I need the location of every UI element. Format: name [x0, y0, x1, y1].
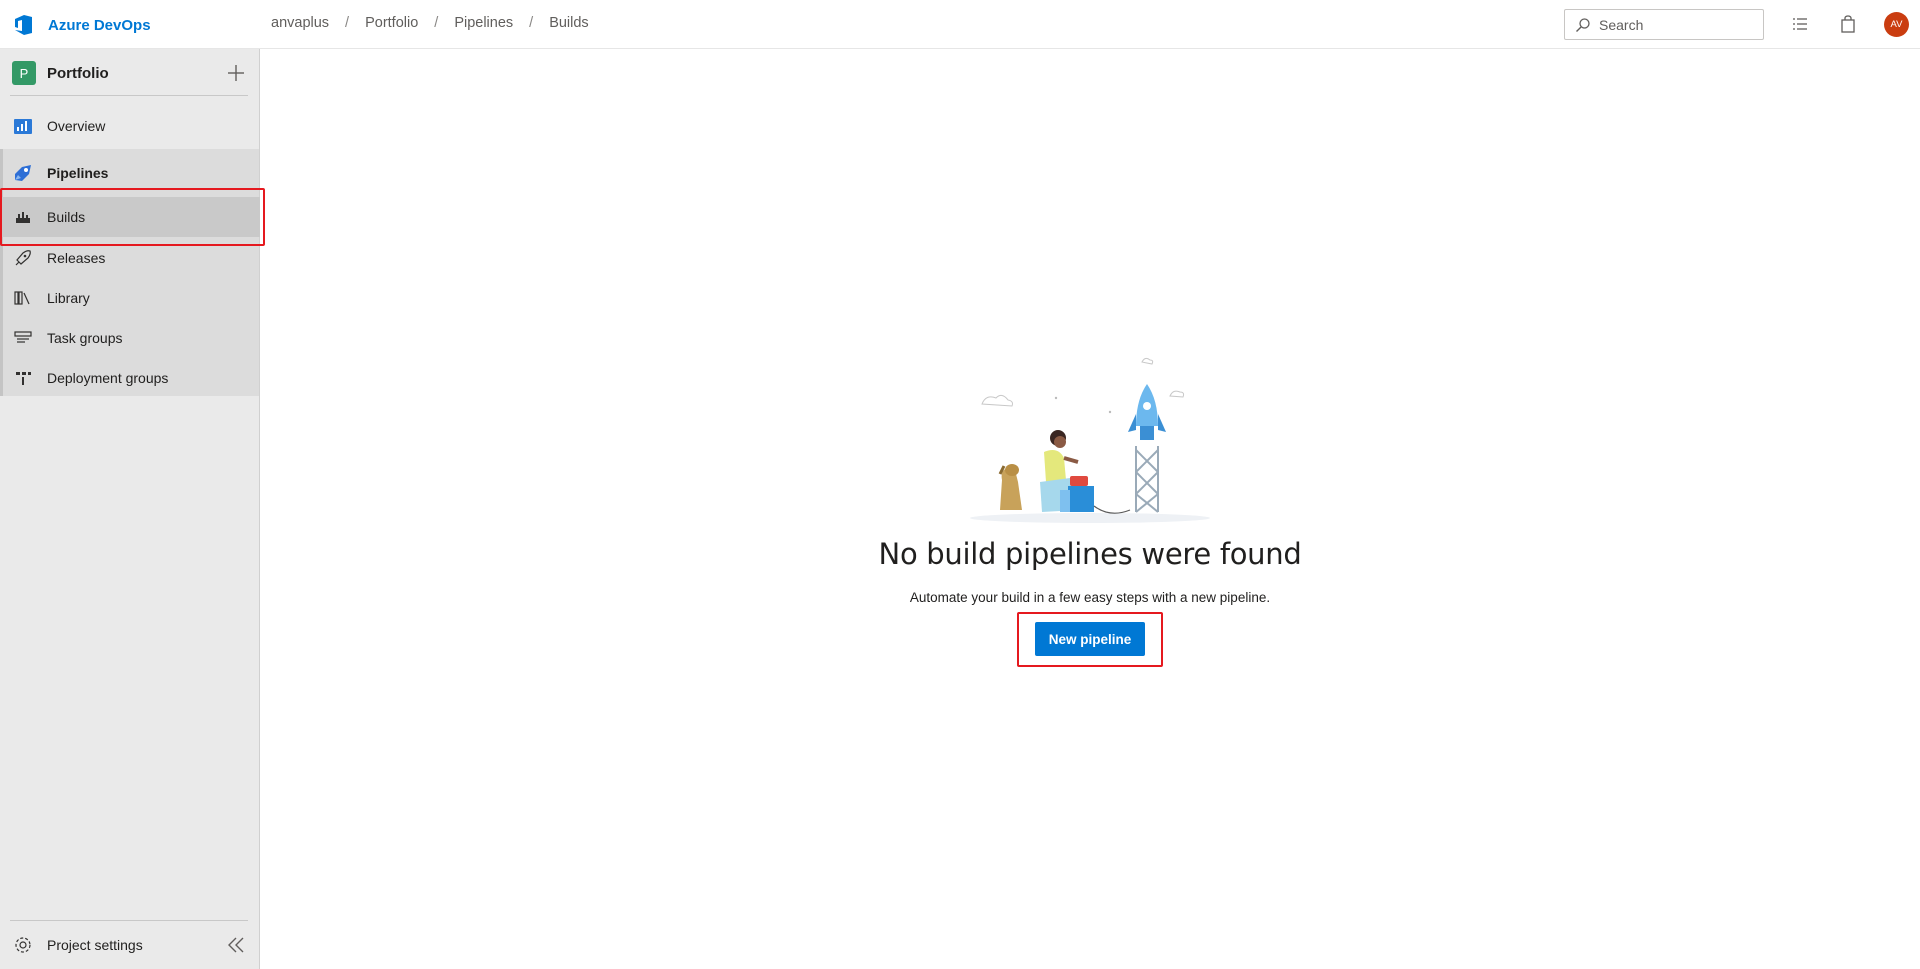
builds-icon [16, 212, 30, 223]
project-settings-button[interactable]: Project settings [0, 925, 260, 965]
breadcrumb-builds[interactable]: Builds [549, 15, 589, 31]
project-header[interactable]: P Portfolio [12, 61, 109, 85]
sidebar-item-releases[interactable]: Releases [0, 238, 260, 278]
sidebar-item-label: Library [47, 290, 90, 306]
breadcrumb: anvaplus / Portfolio / Pipelines / Build… [271, 15, 589, 31]
sidebar-item-task-groups[interactable]: Task groups [0, 318, 260, 358]
add-icon[interactable] [225, 62, 247, 84]
sidebar-item-label: Pipelines [47, 165, 109, 181]
breadcrumb-separator: / [529, 15, 534, 31]
sidebar-item-label: Releases [47, 250, 106, 266]
empty-state-illustration [970, 357, 1210, 523]
pipelines-icon [15, 165, 31, 181]
collapse-sidebar-icon[interactable] [225, 934, 247, 956]
breadcrumb-project[interactable]: Portfolio [365, 15, 418, 31]
avatar[interactable]: AV [1884, 12, 1909, 37]
empty-state-description: Automate your build in a few easy steps … [909, 590, 1271, 605]
sidebar-item-label: Overview [47, 118, 106, 134]
breadcrumb-separator: / [434, 15, 439, 31]
sidebar-item-label: Task groups [47, 330, 123, 346]
search-box[interactable] [1564, 9, 1764, 40]
overview-icon [14, 119, 32, 134]
gear-icon [15, 937, 31, 953]
breadcrumb-pipelines[interactable]: Pipelines [454, 15, 513, 31]
divider [10, 920, 248, 921]
search-input[interactable] [1599, 16, 1759, 33]
search-icon [1576, 17, 1590, 32]
project-badge: P [12, 61, 36, 85]
project-settings-label: Project settings [47, 937, 143, 953]
brand-name: Azure DevOps [48, 16, 151, 34]
project-name: Portfolio [47, 64, 109, 82]
library-icon [14, 291, 30, 305]
sidebar-item-pipelines[interactable]: Pipelines [0, 153, 260, 193]
azure-devops-logo-icon [15, 15, 32, 35]
breadcrumb-separator: / [345, 15, 350, 31]
rocket-icon [15, 250, 31, 266]
sidebar-item-overview[interactable]: Overview [0, 106, 260, 146]
deployment-groups-icon [16, 372, 31, 385]
divider [10, 95, 248, 96]
top-header: Azure DevOps anvaplus / Portfolio / Pipe… [0, 0, 1920, 49]
task-groups-icon [14, 331, 32, 343]
breadcrumb-org[interactable]: anvaplus [271, 15, 329, 31]
sidebar-item-label: Builds [47, 209, 86, 225]
sidebar-item-label: Deployment groups [47, 370, 169, 386]
sidebar-item-library[interactable]: Library [0, 278, 260, 318]
sidebar-item-builds[interactable]: Builds [0, 197, 260, 237]
brand[interactable]: Azure DevOps [12, 13, 151, 37]
empty-state-title: No build pipelines were found [878, 537, 1302, 571]
shopping-bag-icon[interactable] [1838, 14, 1858, 34]
new-pipeline-button[interactable]: New pipeline [1035, 622, 1145, 656]
list-icon[interactable] [1790, 14, 1810, 34]
sidebar-item-deployment-groups[interactable]: Deployment groups [0, 358, 260, 398]
sidebar: P Portfolio Overview Pipelines Builds Re… [0, 49, 260, 969]
